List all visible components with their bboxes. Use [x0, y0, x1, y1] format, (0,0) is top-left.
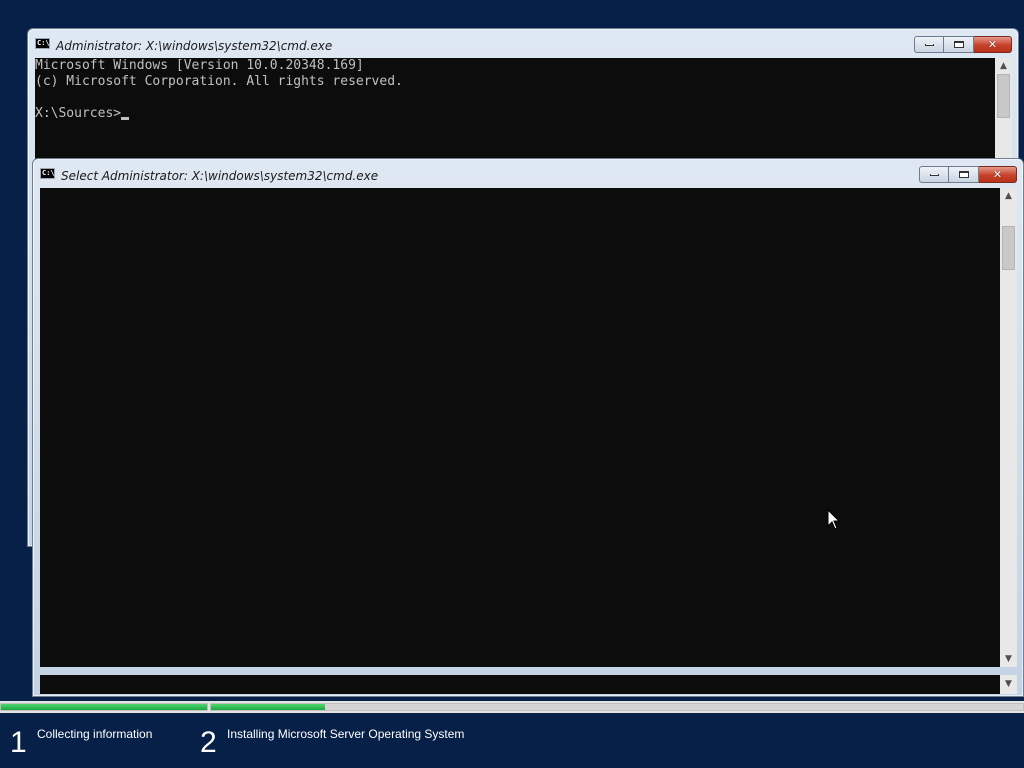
step-number: 1 — [10, 726, 27, 759]
maximize-icon — [953, 41, 964, 48]
title-bar[interactable]: C:\ Select Administrator: X:\windows\sys… — [33, 159, 1023, 187]
scroll-up-arrow-icon[interactable]: ▲ — [995, 58, 1012, 74]
vertical-scrollbar[interactable]: ▲ ▼ — [1000, 188, 1017, 667]
setup-progress-track — [0, 701, 1024, 713]
minimize-icon — [929, 173, 939, 176]
step2-progress-fill — [211, 704, 325, 710]
scroll-thumb[interactable] — [1002, 226, 1015, 270]
console-output[interactable] — [40, 188, 1000, 667]
step1-progress — [0, 703, 208, 711]
cmd-window-front[interactable]: C:\ Select Administrator: X:\windows\sys… — [32, 158, 1024, 697]
console-line — [35, 90, 995, 106]
step1-progress-fill — [1, 704, 207, 710]
maximize-button[interactable] — [944, 36, 974, 53]
scroll-down-arrow-icon[interactable]: ▼ — [1000, 676, 1017, 692]
text-cursor — [121, 117, 130, 120]
minimize-icon — [924, 43, 934, 46]
window-title: Administrator: X:\windows\system32\cmd.e… — [56, 39, 333, 53]
horizontal-strip — [40, 675, 1000, 694]
title-bar[interactable]: C:\ Administrator: X:\windows\system32\c… — [28, 29, 1018, 57]
minimize-button[interactable] — [914, 36, 944, 53]
window-title: Select Administrator: X:\windows\system3… — [61, 169, 379, 183]
minimize-button[interactable] — [919, 166, 949, 183]
maximize-icon — [958, 171, 969, 178]
cmd-icon: C:\ — [40, 168, 55, 179]
scroll-thumb[interactable] — [997, 74, 1010, 118]
console-prompt-line: X:\Sources> — [35, 106, 995, 122]
maximize-button[interactable] — [949, 166, 979, 183]
cmd-icon: C:\ — [35, 38, 50, 49]
scroll-down-arrow-icon[interactable]: ▼ — [1000, 651, 1017, 667]
step-label: Installing Microsoft Server Operating Sy… — [227, 727, 465, 741]
close-button[interactable]: ✕ — [974, 36, 1012, 53]
scroll-up-arrow-icon[interactable]: ▲ — [1000, 188, 1017, 204]
step-number: 2 — [200, 726, 217, 759]
setup-step-2: 2 Installing Microsoft Server Operating … — [200, 724, 520, 764]
mouse-pointer-icon — [827, 509, 841, 530]
console-line: Microsoft Windows [Version 10.0.20348.16… — [35, 58, 364, 73]
close-icon: ✕ — [987, 38, 998, 51]
step2-progress — [210, 703, 1024, 711]
console-line: (c) Microsoft Corporation. All rights re… — [35, 74, 403, 89]
close-button[interactable]: ✕ — [979, 166, 1017, 183]
scrollbar-stub[interactable]: ▼ — [1000, 675, 1017, 694]
console-prompt: X:\Sources> — [35, 106, 122, 121]
step-label: Collecting information — [37, 727, 153, 741]
close-icon: ✕ — [992, 168, 1003, 181]
setup-step-1: 1 Collecting information — [10, 724, 190, 764]
